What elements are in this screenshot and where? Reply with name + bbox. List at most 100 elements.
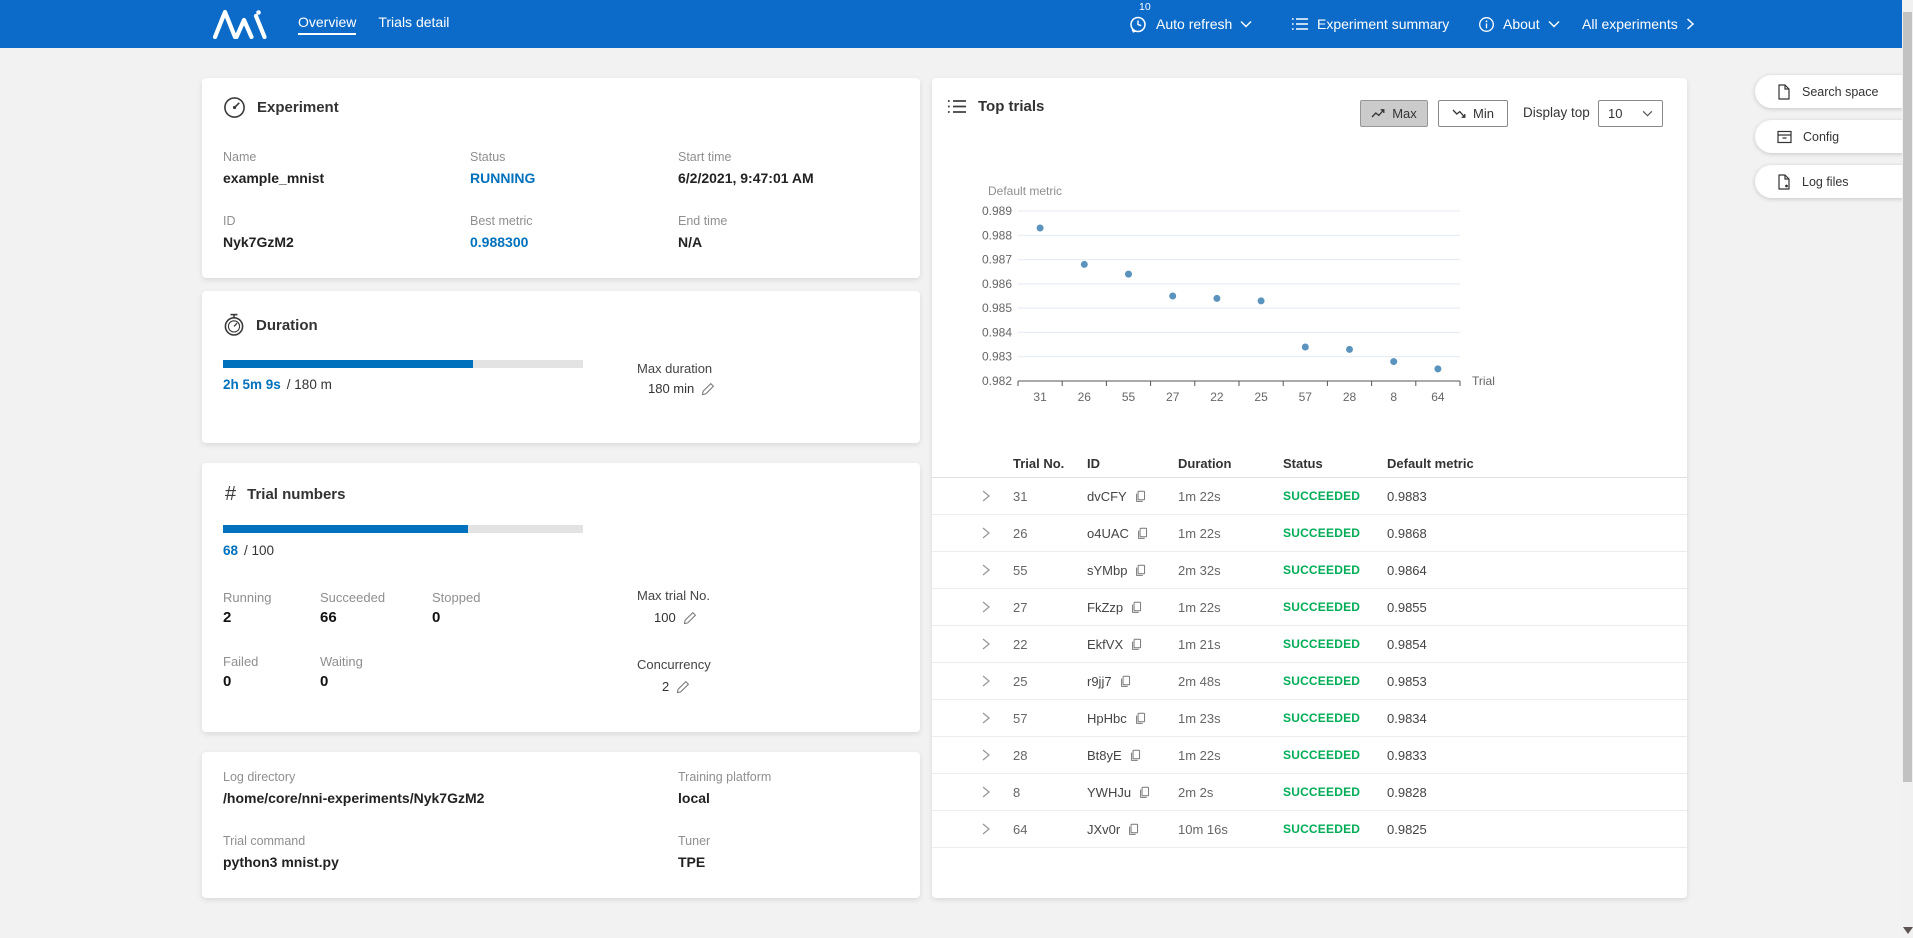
about-menu[interactable]: About <box>1478 0 1560 48</box>
cell-default-metric: 0.9834 <box>1387 711 1663 726</box>
experiment-summary-button[interactable]: Experiment summary <box>1291 0 1449 48</box>
auto-refresh-countdown-badge: 10 <box>1139 1 1151 13</box>
cell-status: SUCCEEDED <box>1283 526 1387 540</box>
sort-max-button[interactable]: Max <box>1360 100 1428 127</box>
copy-icon[interactable] <box>1134 712 1147 725</box>
table-row: 22EkfVX1m 21sSUCCEEDED0.9854 <box>932 626 1687 663</box>
edit-max-duration-icon[interactable] <box>701 382 715 396</box>
experiment-info-panel: Log directory/home/core/nni-experiments/… <box>202 752 920 898</box>
tab-trials-detail[interactable]: Trials detail <box>378 14 449 35</box>
expand-row-chevron-icon[interactable] <box>982 490 1013 502</box>
vertical-scrollbar[interactable] <box>1902 0 1913 938</box>
edit-max-trial-icon[interactable] <box>683 611 697 625</box>
cell-trial-id: YWHJu <box>1087 785 1178 800</box>
field-value: N/A <box>678 234 814 250</box>
scatter-point[interactable] <box>1037 225 1044 232</box>
cell-duration: 1m 23s <box>1178 711 1283 726</box>
scatter-point[interactable] <box>1346 346 1353 353</box>
scatter-point[interactable] <box>1081 261 1088 268</box>
x-tick-label: 57 <box>1299 390 1313 404</box>
chart-y-axis-title: Default metric <box>988 184 1062 198</box>
display-top-dropdown[interactable]: 10 <box>1598 100 1663 127</box>
expand-row-chevron-icon[interactable] <box>982 638 1013 650</box>
experiment-fields: Nameexample_mnistStatusRUNNINGStart time… <box>223 150 814 250</box>
copy-icon[interactable] <box>1134 564 1147 577</box>
copy-icon[interactable] <box>1136 527 1149 540</box>
trending-up-icon <box>1371 108 1385 119</box>
max-duration-value: 180 min <box>648 381 694 396</box>
max-button-label: Max <box>1392 106 1417 121</box>
expand-row-chevron-icon[interactable] <box>982 601 1013 613</box>
field-training-platform: Training platformlocal <box>678 770 771 806</box>
expand-row-chevron-icon[interactable] <box>982 527 1013 539</box>
expand-row-chevron-icon[interactable] <box>982 675 1013 687</box>
field-label: Name <box>223 150 470 164</box>
copy-icon[interactable] <box>1130 638 1143 651</box>
duration-panel-title: Duration <box>256 317 318 334</box>
field-value: example_mnist <box>223 170 470 186</box>
table-row: 57HpHbc1m 23sSUCCEEDED0.9834 <box>932 700 1687 737</box>
scatter-point[interactable] <box>1169 293 1176 300</box>
about-label: About <box>1503 16 1540 32</box>
config-button[interactable]: Config <box>1755 120 1913 153</box>
scrollbar-down-arrow-icon[interactable] <box>1903 927 1913 934</box>
column-header: Default metric <box>1387 456 1663 471</box>
scatter-point[interactable] <box>1390 358 1397 365</box>
cell-duration: 2m 48s <box>1178 674 1283 689</box>
scatter-point[interactable] <box>1434 365 1441 372</box>
default-metric-chart: Default metric0.9820.9830.9840.9850.9860… <box>932 173 1687 428</box>
copy-icon[interactable] <box>1127 823 1140 836</box>
trial-id-text: r9jj7 <box>1087 674 1112 689</box>
expand-row-chevron-icon[interactable] <box>982 786 1013 798</box>
experiment-info-fields: Log directory/home/core/nni-experiments/… <box>223 770 771 870</box>
cell-trial-id: dvCFY <box>1087 489 1178 504</box>
cell-duration: 2m 2s <box>1178 785 1283 800</box>
scatter-point[interactable] <box>1302 344 1309 351</box>
field-label: Trial command <box>223 834 678 848</box>
scatter-point[interactable] <box>1213 295 1220 302</box>
copy-icon[interactable] <box>1130 601 1143 614</box>
cell-trial-id: o4UAC <box>1087 526 1178 541</box>
scatter-point[interactable] <box>1258 297 1265 304</box>
auto-refresh-control[interactable]: 10 Auto refresh <box>1128 0 1252 48</box>
table-row: 25r9jj72m 48sSUCCEEDED0.9853 <box>932 663 1687 700</box>
sort-min-button[interactable]: Min <box>1438 100 1508 127</box>
search-space-button[interactable]: Search space <box>1755 75 1913 108</box>
field-tuner: TunerTPE <box>678 834 771 870</box>
all-experiments-link[interactable]: All experiments <box>1582 0 1694 48</box>
copy-icon[interactable] <box>1134 490 1147 503</box>
display-top-label: Display top <box>1523 105 1590 120</box>
scrollbar-thumb[interactable] <box>1903 12 1912 782</box>
config-box-icon <box>1777 130 1792 144</box>
scatter-point[interactable] <box>1125 271 1132 278</box>
copy-icon[interactable] <box>1129 749 1142 762</box>
field-value: 0 <box>320 673 432 690</box>
experiment-panel-title: Experiment <box>257 99 339 116</box>
trial-id-text: YWHJu <box>1087 785 1131 800</box>
expand-row-chevron-icon[interactable] <box>982 564 1013 576</box>
copy-icon[interactable] <box>1138 786 1151 799</box>
column-header: Status <box>1283 456 1387 471</box>
field-value: TPE <box>678 854 771 870</box>
expand-row-chevron-icon[interactable] <box>982 712 1013 724</box>
table-row: 31dvCFY1m 22sSUCCEEDED0.9883 <box>932 478 1687 515</box>
edit-concurrency-icon[interactable] <box>676 680 690 694</box>
cell-duration: 1m 21s <box>1178 637 1283 652</box>
field-label: Start time <box>678 150 814 164</box>
cell-trial-id: FkZzp <box>1087 600 1178 615</box>
field-label: Log directory <box>223 770 678 784</box>
field-failed: Failed0 <box>223 654 320 690</box>
tab-overview[interactable]: Overview <box>298 14 356 35</box>
expand-row-chevron-icon[interactable] <box>982 749 1013 761</box>
table-row: 27FkZzp1m 22sSUCCEEDED0.9855 <box>932 589 1687 626</box>
trial-id-text: sYMbp <box>1087 563 1127 578</box>
duration-panel: Duration 2h 5m 9s / 180 m Max duration 1… <box>202 291 920 443</box>
expand-row-chevron-icon[interactable] <box>982 823 1013 835</box>
copy-icon[interactable] <box>1119 675 1132 688</box>
field-label: Training platform <box>678 770 771 784</box>
nni-logo-icon[interactable] <box>212 9 268 39</box>
x-tick-label: 31 <box>1033 390 1047 404</box>
log-files-button[interactable]: Log files <box>1755 165 1913 198</box>
cell-trial-id: HpHbc <box>1087 711 1178 726</box>
trial-id-text: JXv0r <box>1087 822 1120 837</box>
